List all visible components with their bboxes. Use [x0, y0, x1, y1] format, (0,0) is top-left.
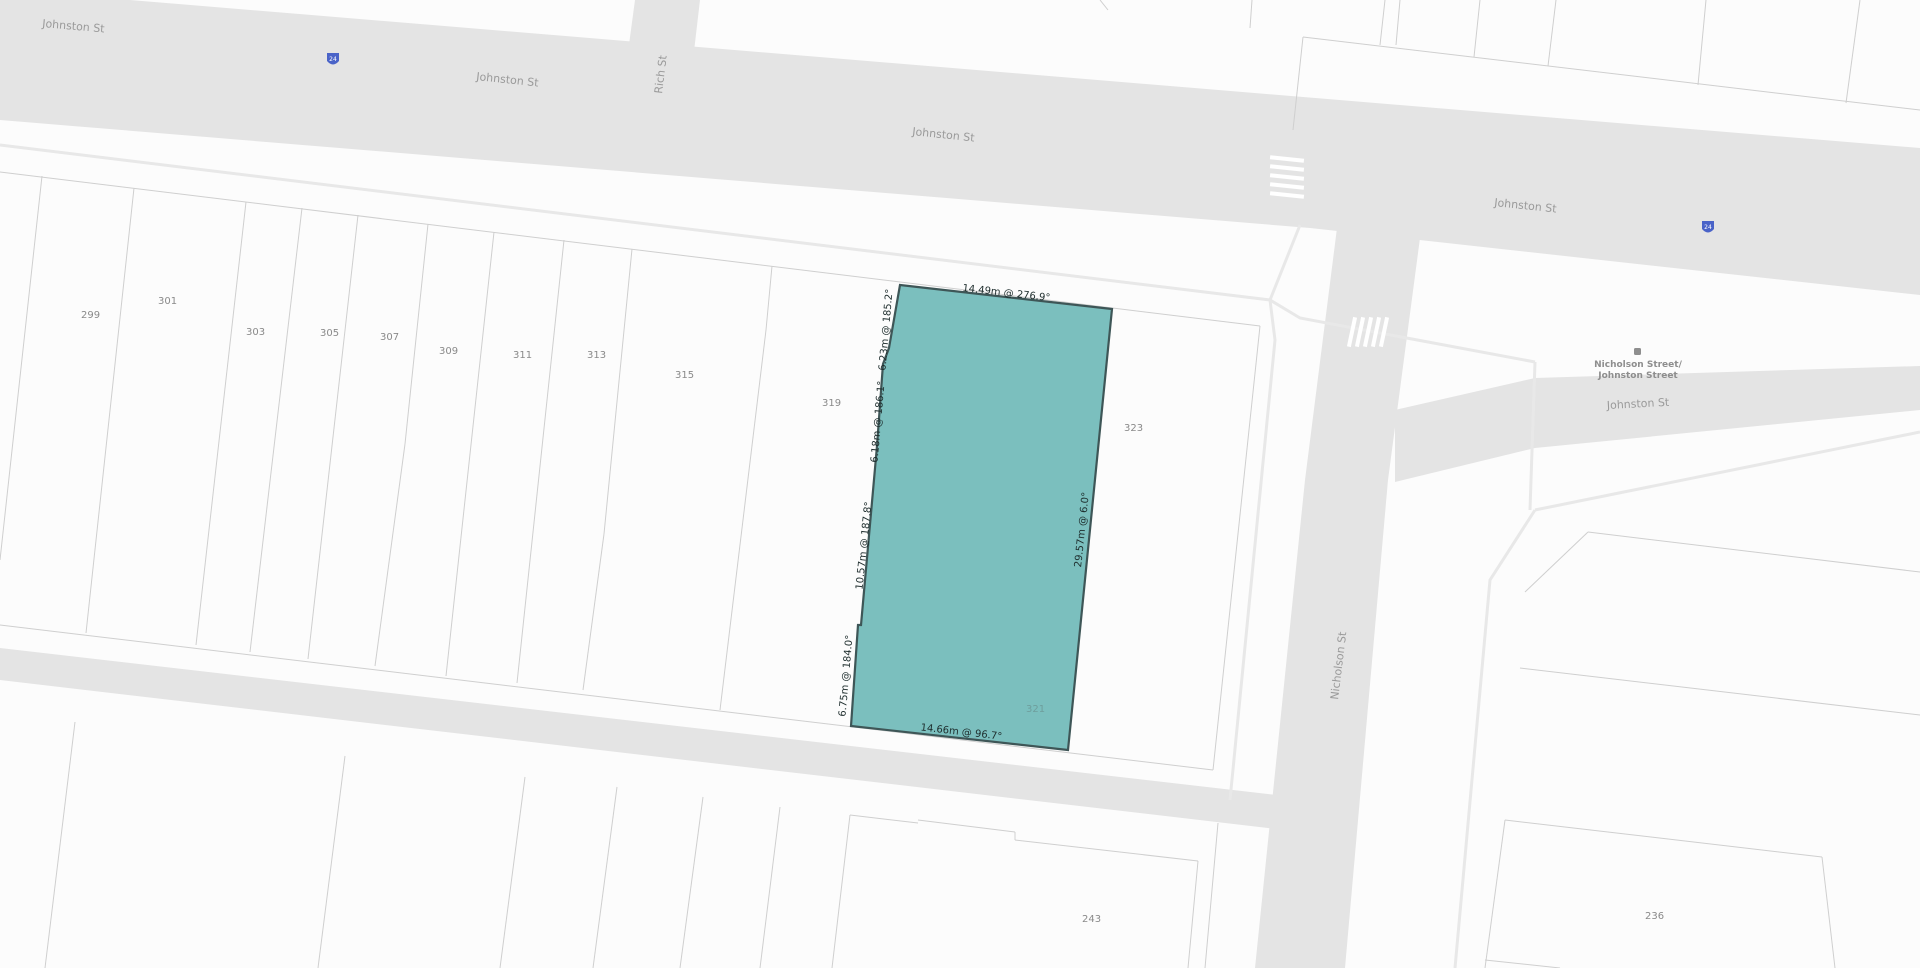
lot-number: 313 [587, 350, 606, 361]
tram-stop-name-line1: Nicholson Street/ [1594, 360, 1682, 370]
selected-parcel-shape[interactable] [849, 283, 1114, 752]
kerb-line-2 [1453, 509, 1537, 968]
route-shield[interactable]: 24 [327, 53, 339, 65]
lot-number: 305 [320, 328, 339, 339]
tram-stop-name-line2: Johnston Street [1597, 371, 1678, 381]
lot-number: 301 [158, 296, 177, 307]
lot-number: 309 [439, 346, 458, 357]
lot-number: 315 [675, 370, 694, 381]
lot-number: 323 [1124, 423, 1143, 434]
kerb-line-3 [1534, 430, 1920, 512]
johnston-st-east-road [1395, 366, 1920, 482]
lot-number: 311 [513, 350, 532, 361]
lot-number: 307 [380, 332, 399, 343]
laneway-road [0, 648, 1285, 830]
tram-stop[interactable]: Nicholson Street/ Johnston Street [1594, 348, 1683, 381]
johnston-st-road [0, 0, 1920, 295]
lot-number: 319 [822, 398, 841, 409]
route-shield[interactable]: 24 [1702, 221, 1714, 233]
tram-stop-icon [1634, 348, 1641, 355]
lot-number: 243 [1082, 914, 1101, 925]
rich-st-road [628, 0, 700, 60]
svg-text:24: 24 [329, 56, 337, 63]
lot-number: 321 [1026, 704, 1045, 715]
lot-number: 303 [246, 327, 265, 338]
selected-parcel[interactable]: 14.49m @ 276.9° 6.23m @ 185.2° 6.18m @ 1… [837, 283, 1114, 752]
svg-text:24: 24 [1704, 224, 1712, 231]
lot-number: 236 [1645, 911, 1664, 922]
nicholson-st-road [1255, 228, 1420, 968]
lot-number: 299 [81, 310, 100, 321]
map-canvas[interactable]: 14.49m @ 276.9° 6.23m @ 185.2° 6.18m @ 1… [0, 0, 1920, 968]
